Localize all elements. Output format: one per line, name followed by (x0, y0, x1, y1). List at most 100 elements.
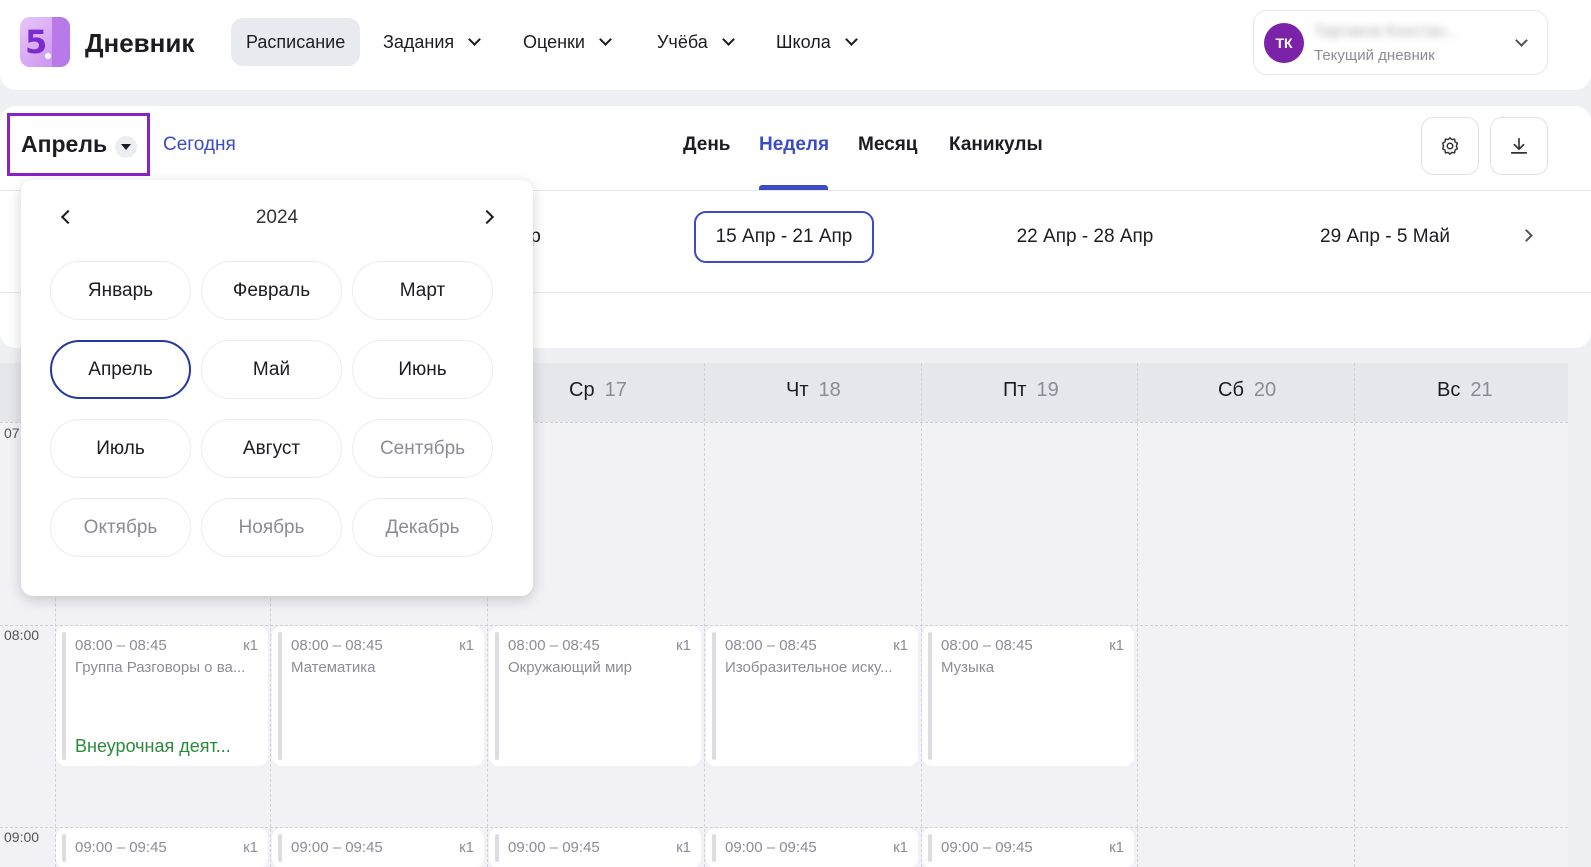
lesson-card[interactable]: 08:00 – 08:45 к1 Музыка (922, 626, 1134, 766)
chevron-down-icon (1515, 34, 1528, 47)
nav-school[interactable]: Школа (776, 18, 858, 66)
day-number: 21 (1470, 379, 1493, 401)
lesson-time: 08:00 – 08:45 (508, 637, 600, 654)
picker-year: 2024 (255, 207, 299, 228)
today-link[interactable]: Сегодня (163, 134, 236, 156)
chevron-down-icon (721, 32, 735, 46)
lesson-room: к1 (243, 637, 258, 654)
lesson-card[interactable]: 09:00 – 09:45 к1 (489, 828, 701, 867)
month-option-february[interactable]: Февраль (201, 261, 342, 320)
lesson-card[interactable]: 08:00 – 08:45 к1 Изобразительное иску... (706, 626, 918, 766)
lesson-room: к1 (459, 637, 474, 654)
lesson-room: к1 (893, 637, 908, 654)
month-select[interactable]: Апрель (7, 113, 150, 176)
month-select-label: Апрель (21, 131, 108, 157)
week-chip[interactable]: 29 Апр - 5 Май (1295, 211, 1475, 263)
lesson-card[interactable]: 08:00 – 08:45 к1 Окружающий мир (489, 626, 701, 766)
profile-name: Тартаков Констан... (1314, 23, 1459, 40)
month-option-august[interactable]: Август (201, 419, 342, 478)
time-label: 09:00 (4, 829, 40, 845)
day-number: 20 (1253, 379, 1277, 401)
lesson-room: к1 (893, 839, 908, 856)
app-logo[interactable]: 5 (20, 17, 70, 67)
app-title: Дневник (85, 28, 195, 58)
time-label: 07 (4, 425, 20, 441)
lesson-time: 09:00 – 09:45 (941, 839, 1033, 856)
day-name: Ср (569, 379, 595, 401)
download-button[interactable] (1490, 117, 1548, 175)
week-chip-label: 15 Апр - 21 Апр (715, 226, 853, 247)
time-label: 08:00 (4, 627, 40, 643)
month-picker-dropdown: 2024 Январь Февраль Март Апрель Май Июнь… (21, 180, 533, 596)
lesson-subject: Изобразительное иску... (725, 659, 893, 676)
lesson-card[interactable]: 08:00 – 08:45 к1 Группа Разговоры о ва..… (56, 626, 268, 766)
lesson-time: 09:00 – 09:45 (725, 839, 817, 856)
day-name: Чт (786, 379, 809, 401)
top-header: 5 Дневник Расписание Задания Оценки Учёб… (0, 0, 1591, 90)
tab-day[interactable]: День (683, 134, 731, 156)
month-option-december[interactable]: Декабрь (352, 498, 493, 557)
lesson-type-tag: Внеурочная деят... (75, 736, 231, 756)
lesson-time: 08:00 – 08:45 (941, 637, 1033, 654)
lesson-card[interactable]: 09:00 – 09:45 к1 (272, 828, 484, 867)
lesson-room: к1 (243, 839, 258, 856)
nav-school-label: Школа (776, 31, 831, 52)
lesson-subject: Группа Разговоры о ва... (75, 659, 246, 676)
week-chip-selected[interactable]: 15 Апр - 21 Апр (694, 211, 874, 263)
day-header-fri: Пт 19 (1003, 379, 1059, 402)
week-chip-label: 29 Апр - 5 Май (1320, 226, 1450, 247)
profile-subtitle: Текущий дневник (1314, 47, 1435, 64)
tab-month[interactable]: Месяц (858, 134, 917, 156)
settings-button[interactable] (1421, 117, 1479, 175)
profile-switcher[interactable]: ТК Тартаков Констан... Текущий дневник (1253, 10, 1548, 75)
month-option-november[interactable]: Ноябрь (201, 498, 342, 557)
settings-gear-icon (1441, 137, 1459, 155)
lesson-room: к1 (676, 637, 691, 654)
lesson-card[interactable]: 08:00 – 08:45 к1 Математика (272, 626, 484, 766)
day-number: 19 (1036, 379, 1059, 401)
month-option-july[interactable]: Июль (50, 419, 191, 478)
month-option-june[interactable]: Июнь (352, 340, 493, 399)
chevron-down-icon (844, 32, 858, 46)
lesson-subject: Музыка (941, 659, 995, 676)
day-header-sun: Вс 21 (1437, 379, 1493, 402)
lesson-time: 08:00 – 08:45 (75, 637, 167, 654)
lesson-subject: Математика (291, 659, 376, 676)
month-option-march[interactable]: Март (352, 261, 493, 320)
lesson-time: 09:00 – 09:45 (75, 839, 167, 856)
lesson-room: к1 (1109, 839, 1124, 856)
lesson-time: 08:00 – 08:45 (291, 637, 383, 654)
lesson-card[interactable]: 09:00 – 09:45 к1 (56, 828, 268, 867)
week-chip-label: 22 Апр - 28 Апр (1016, 226, 1154, 247)
download-icon (1510, 137, 1528, 154)
week-chip[interactable]: 22 Апр - 28 Апр (995, 211, 1175, 263)
lesson-room: к1 (676, 839, 691, 856)
chevron-down-icon (468, 32, 482, 46)
nav-study-label: Учёба (657, 31, 708, 52)
lesson-room: к1 (459, 839, 474, 856)
lesson-time: 09:00 – 09:45 (508, 839, 600, 856)
day-name: Вс (1437, 379, 1461, 401)
month-option-october[interactable]: Октябрь (50, 498, 191, 557)
lesson-time: 09:00 – 09:45 (291, 839, 383, 856)
month-option-january[interactable]: Январь (50, 261, 191, 320)
month-option-april[interactable]: Апрель (50, 340, 191, 399)
month-option-may[interactable]: Май (201, 340, 342, 399)
tab-week[interactable]: Неделя (759, 134, 829, 156)
chevron-right-icon[interactable] (1520, 229, 1533, 242)
nav-tasks-label: Задания (383, 31, 455, 52)
day-name: Пт (1003, 379, 1027, 401)
lesson-card[interactable]: 09:00 – 09:45 к1 (706, 828, 918, 867)
nav-tasks[interactable]: Задания (383, 18, 482, 66)
nav-schedule[interactable]: Расписание (231, 18, 361, 66)
lesson-room: к1 (1109, 637, 1124, 654)
nav-study[interactable]: Учёба (657, 18, 735, 66)
lesson-card[interactable]: 09:00 – 09:45 к1 (922, 828, 1134, 867)
avatar: ТК (1264, 23, 1304, 63)
day-number: 18 (818, 379, 841, 401)
month-option-september[interactable]: Сентябрь (352, 419, 493, 478)
tab-holidays[interactable]: Каникулы (949, 134, 1043, 156)
day-name: Сб (1218, 379, 1244, 401)
nav-grades[interactable]: Оценки (523, 18, 612, 66)
day-header-sat: Сб 20 (1218, 379, 1276, 402)
